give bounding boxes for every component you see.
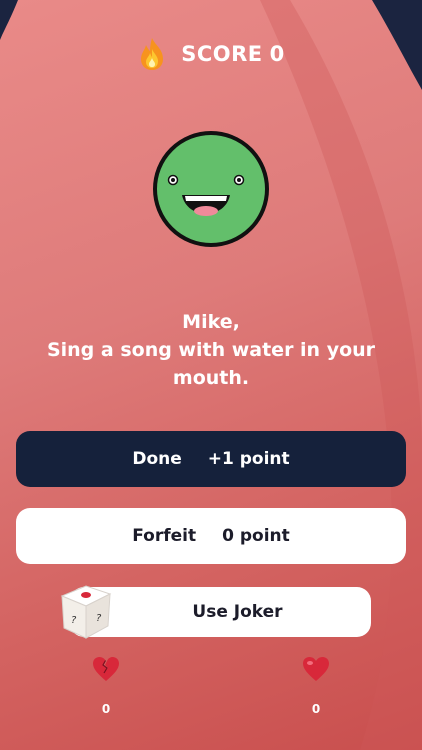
- challenge-line-1: Sing a song with water in your: [46, 339, 376, 361]
- challenge-prompt: Mike, Sing a song with water in your mou…: [20, 308, 402, 392]
- forfeit-button[interactable]: Forfeit 0 point: [16, 508, 406, 564]
- score-label: SCORE: [181, 42, 263, 66]
- heart-stat: 0: [296, 656, 336, 716]
- done-button[interactable]: Done +1 point: [16, 431, 406, 487]
- broken-heart-stat: 0: [86, 656, 126, 716]
- done-label: Done: [132, 449, 182, 469]
- svg-text:?: ?: [96, 613, 102, 624]
- joker-label: Use Joker: [192, 602, 283, 622]
- score-display: SCORE 0: [181, 42, 285, 66]
- dice-icon: ? ?: [60, 585, 112, 639]
- broken-heart-icon: [93, 657, 119, 681]
- player-name: Mike,: [182, 311, 240, 333]
- score-value: 0: [269, 42, 285, 66]
- fire-icon: [141, 38, 164, 70]
- challenge-line-2: mouth.: [172, 367, 250, 389]
- svg-text:?: ?: [71, 615, 77, 626]
- heart-icon: [303, 657, 329, 681]
- forfeit-points: 0 point: [222, 526, 290, 546]
- smiley-face-icon: [153, 131, 269, 247]
- done-points: +1 point: [207, 449, 290, 469]
- heart-count: 0: [311, 702, 321, 716]
- forfeit-label: Forfeit: [132, 526, 197, 546]
- score-header: SCORE 0: [0, 34, 422, 74]
- use-joker-button[interactable]: Use Joker: [70, 587, 371, 637]
- broken-heart-count: 0: [101, 702, 111, 716]
